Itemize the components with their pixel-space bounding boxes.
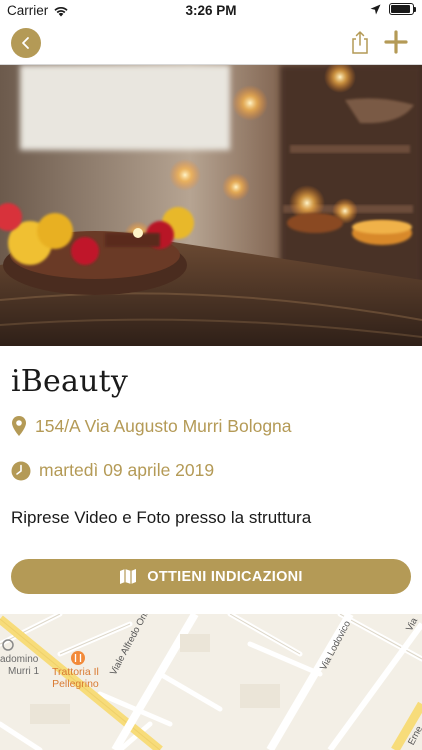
plus-icon <box>384 30 408 54</box>
battery-fill <box>391 5 410 13</box>
map-poi-label-left: adomino Murri 1 <box>0 654 40 677</box>
location-pin-icon <box>12 416 26 436</box>
directions-button[interactable]: OTTIENI INDICAZIONI <box>11 559 411 594</box>
navigation-bar <box>0 22 422 65</box>
clock-icon <box>11 461 31 480</box>
status-bar: Carrier 3:26 PM <box>0 0 422 22</box>
map-icon <box>120 569 137 584</box>
location-arrow-icon <box>370 4 381 14</box>
event-title: iBeauty <box>11 364 129 399</box>
add-button[interactable] <box>384 29 408 55</box>
event-photo-image <box>0 65 422 346</box>
event-address[interactable]: 154/A Via Augusto Murri Bologna <box>11 415 292 437</box>
event-photo <box>0 65 422 346</box>
share-icon <box>352 31 368 54</box>
share-button[interactable] <box>348 29 372 55</box>
date-text: martedì 09 aprile 2019 <box>39 460 215 480</box>
map-poi-label: Trattoria Il Pellegrino <box>52 666 99 690</box>
event-description: Riprese Video e Foto presso la struttura <box>11 508 312 527</box>
address-text: 154/A Via Augusto Murri Bologna <box>35 415 292 436</box>
chevron-left-icon <box>22 37 29 49</box>
battery-icon <box>389 3 416 15</box>
event-date: martedì 09 aprile 2019 <box>11 460 214 481</box>
map-view[interactable]: Trattoria Il Pellegrino adomino Murri 1 … <box>0 614 422 750</box>
clock: 3:26 PM <box>185 3 237 18</box>
directions-label: OTTIENI INDICAZIONI <box>147 568 303 585</box>
back-button[interactable] <box>11 28 41 58</box>
